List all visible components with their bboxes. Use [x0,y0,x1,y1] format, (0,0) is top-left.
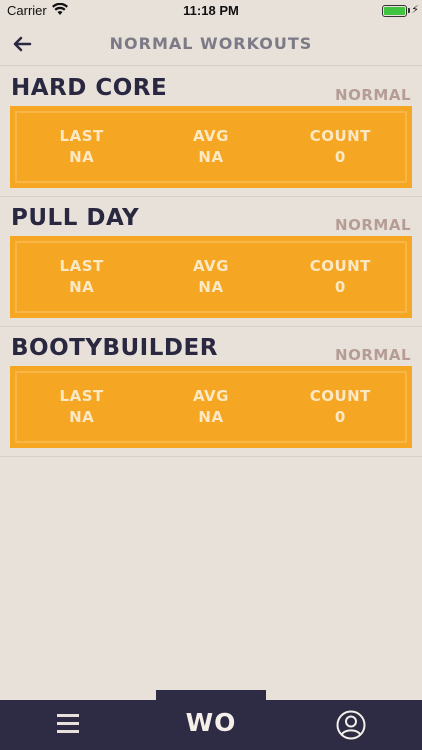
stat-last: LAST NA [27,126,137,168]
battery-tip [408,8,410,13]
stat-value: NA [69,278,95,296]
workout-card[interactable]: HARD CORE NORMAL LAST NA AVG NA COUNT 0 [0,67,422,197]
workout-stats[interactable]: LAST NA AVG NA COUNT 0 [10,106,412,188]
stat-label: COUNT [309,387,371,405]
stat-value: NA [69,148,95,166]
stat-value: NA [198,148,224,166]
stat-value: NA [69,408,95,426]
tab-wo[interactable]: WO [156,708,266,737]
workout-list: HARD CORE NORMAL LAST NA AVG NA COUNT 0 … [0,67,422,457]
workout-card[interactable]: PULL DAY NORMAL LAST NA AVG NA COUNT 0 [0,197,422,327]
page-title: NORMAL WORKOUTS [109,34,313,53]
user-profile-icon[interactable] [336,710,366,740]
stat-last: LAST NA [27,386,137,428]
stat-label: AVG [192,387,229,405]
stat-value: 0 [334,278,346,296]
workout-type: NORMAL [335,346,411,364]
clock: 11:18 PM [183,3,239,18]
workout-stats[interactable]: LAST NA AVG NA COUNT 0 [10,366,412,448]
workout-name: HARD CORE [11,75,168,101]
workout-name: PULL DAY [11,205,140,231]
stat-label: AVG [192,127,229,145]
active-tab-indicator [156,690,266,700]
charging-bolt-icon: ⚡ [411,3,419,16]
stat-label: LAST [59,127,104,145]
stat-avg: AVG NA [156,386,266,428]
stat-value: 0 [334,408,346,426]
tab-bar: WO [0,700,422,750]
status-bar: Carrier 11:18 PM ⚡ [0,0,422,22]
stat-avg: AVG NA [156,256,266,298]
workout-stats[interactable]: LAST NA AVG NA COUNT 0 [10,236,412,318]
stat-label: LAST [59,387,104,405]
stat-label: AVG [192,257,229,275]
hamburger-menu-icon[interactable] [57,714,81,734]
workout-card[interactable]: BOOTYBUILDER NORMAL LAST NA AVG NA COUNT… [0,327,422,457]
stat-count: COUNT 0 [285,256,395,298]
stat-value: NA [198,408,224,426]
stat-count: COUNT 0 [285,126,395,168]
stat-value: NA [198,278,224,296]
navigation-bar: NORMAL WORKOUTS [0,22,422,66]
stat-avg: AVG NA [156,126,266,168]
workout-type: NORMAL [335,216,411,234]
stat-count: COUNT 0 [285,386,395,428]
stat-label: COUNT [309,257,371,275]
workout-name: BOOTYBUILDER [11,335,218,361]
stat-label: LAST [59,257,104,275]
stat-last: LAST NA [27,256,137,298]
workout-type: NORMAL [335,86,411,104]
battery-icon [382,5,407,17]
stat-value: 0 [334,148,346,166]
stat-label: COUNT [309,127,371,145]
